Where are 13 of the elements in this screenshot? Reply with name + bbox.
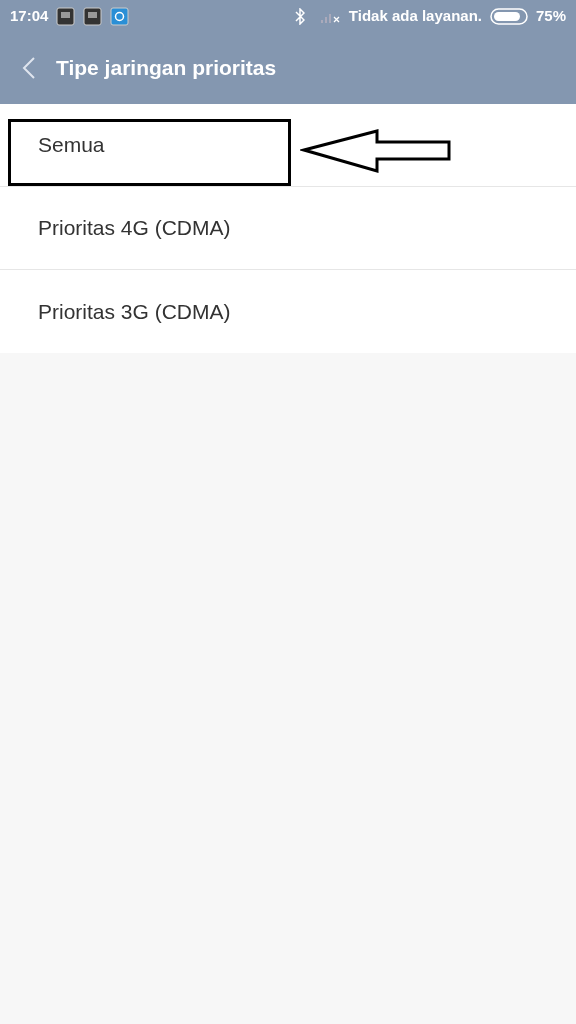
option-item[interactable]: Prioritas 3G (CDMA): [0, 270, 576, 353]
option-item[interactable]: Prioritas 4G (CDMA): [0, 187, 576, 270]
bluetooth-icon: [294, 7, 305, 25]
battery-percentage: 75%: [535, 5, 566, 26]
app-notification-icon: [110, 6, 130, 26]
app-notification-icon: [83, 6, 103, 26]
battery-icon: [489, 7, 528, 25]
app-notification-icon: [56, 6, 76, 26]
back-icon[interactable]: [22, 56, 36, 80]
carrier-status: Tidak ada layanan.: [348, 5, 482, 26]
page-title: Tipe jaringan prioritas: [56, 55, 277, 82]
option-item[interactable]: Semua: [0, 104, 576, 187]
status-time: 17:04: [10, 5, 49, 26]
